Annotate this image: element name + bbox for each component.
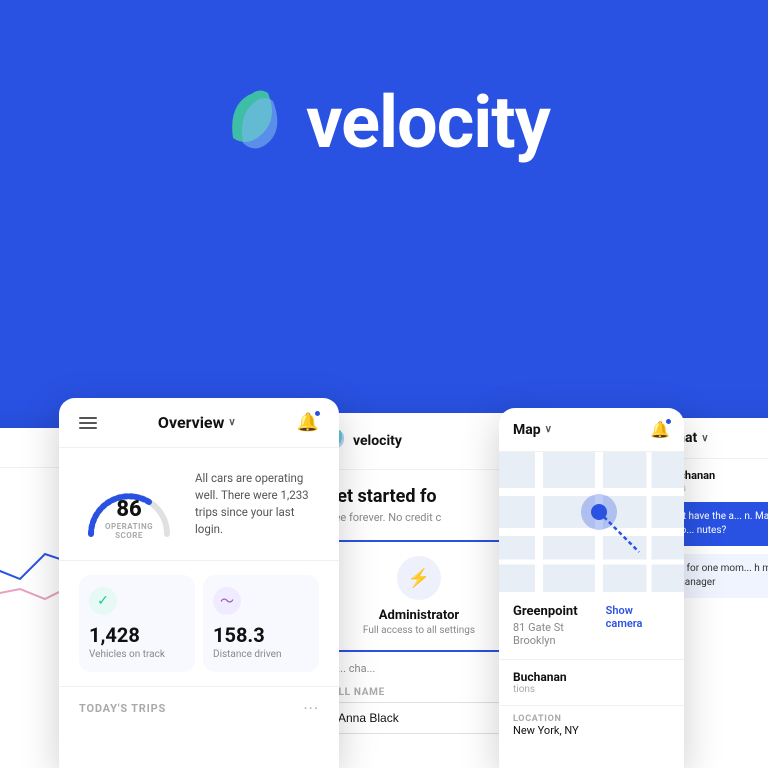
signup-header: velocity [309, 413, 529, 470]
overview-header: Overview ∨ 🔔 [59, 398, 339, 448]
map-header: Map ∨ 🔔 [499, 408, 684, 452]
see-more-text: Se... cha... [325, 662, 513, 675]
chat-chevron-icon: ∨ [701, 433, 708, 444]
gauge-container: // Drawn inline with path 86 OPERATINGSC… [79, 464, 179, 544]
cards-area: Analytics TYPE Reven... [0, 388, 768, 768]
vehicles-label: Vehicles on track [89, 649, 185, 660]
location-label: LOCATION [513, 714, 670, 724]
gauge-label: OPERATINGSCORE [105, 522, 153, 540]
vehicles-icon: ✓ [89, 587, 117, 615]
notification-dot [314, 410, 321, 417]
chevron-down-icon: ∨ [228, 417, 235, 428]
gauge-score: 86 OPERATINGSCORE [105, 497, 153, 540]
more-options-icon[interactable]: ··· [303, 699, 319, 718]
show-camera-button[interactable]: Show camera [606, 604, 670, 630]
admin-icon: ⚡ [397, 556, 441, 600]
score-desc-text: All cars are operating well. There were … [195, 470, 319, 539]
role-desc: Full access to all settings [341, 625, 497, 636]
map-notification-dot [665, 418, 672, 425]
signup-body: Get started fo Free forever. No credit c… [309, 470, 529, 750]
gauge-number: 86 [105, 497, 153, 522]
bell-icon[interactable]: 🔔 [297, 412, 319, 433]
vehicles-value: 1,428 [89, 623, 185, 647]
brand-name: velocity [306, 80, 550, 165]
overview-title-text: Overview [158, 413, 224, 432]
location-value: New York, NY [513, 724, 670, 737]
map-card: Map ∨ 🔔 [499, 408, 684, 768]
role-title: Administrator [341, 608, 497, 623]
score-description: All cars are operating well. There were … [195, 470, 319, 539]
distance-value: 158.3 [213, 623, 309, 647]
overview-title: Overview ∨ [158, 413, 236, 432]
score-section: // Drawn inline with path 86 OPERATINGSC… [59, 448, 339, 561]
map-title-text: Map [513, 422, 541, 438]
map-person-info: Buchanan tions [499, 660, 684, 706]
velocity-logo-icon [218, 83, 288, 163]
hamburger-line-1 [79, 417, 97, 419]
map-title: Map ∨ [513, 422, 552, 438]
full-name-label: FULL NAME [325, 687, 513, 698]
distance-label: Distance driven [213, 649, 309, 660]
stat-distance: 〜 158.3 Distance driven [203, 575, 319, 672]
hero-section: velocity [0, 0, 768, 165]
signup-app-name: velocity [353, 433, 402, 449]
distance-icon: 〜 [213, 587, 241, 615]
location-name: Greenpoint [513, 604, 606, 619]
brand-logo: velocity [218, 80, 550, 165]
map-bell-icon[interactable]: 🔔 [650, 420, 670, 439]
role-card-admin[interactable]: ✓ ⚡ Administrator Full access to all set… [325, 540, 513, 652]
signup-card: velocity Get started fo Free forever. No… [309, 413, 529, 768]
full-name-input[interactable] [325, 702, 513, 734]
map-chevron-icon: ∨ [545, 424, 552, 435]
signup-subtitle: Free forever. No credit c [325, 511, 513, 524]
hamburger-icon[interactable] [79, 417, 97, 429]
map-area [499, 452, 684, 592]
stat-vehicles: ✓ 1,428 Vehicles on track [79, 575, 195, 672]
today-trips-label: TODAY'S TRIPS [79, 702, 166, 715]
signup-title: Get started fo [325, 486, 513, 507]
today-trips-header: TODAY'S TRIPS ··· [59, 687, 339, 724]
person-name: Buchanan [513, 670, 670, 684]
hamburger-line-3 [79, 427, 97, 429]
location-address: 81 Gate St Brooklyn [513, 621, 606, 647]
person-sub: tions [513, 684, 670, 695]
location-section: LOCATION New York, NY [499, 706, 684, 745]
overview-card: Overview ∨ 🔔 // Drawn inline with path [59, 398, 339, 768]
stats-row: ✓ 1,428 Vehicles on track 〜 158.3 Distan… [59, 561, 339, 687]
location-info: Greenpoint 81 Gate St Brooklyn Show came… [499, 592, 684, 660]
hamburger-line-2 [79, 422, 97, 424]
